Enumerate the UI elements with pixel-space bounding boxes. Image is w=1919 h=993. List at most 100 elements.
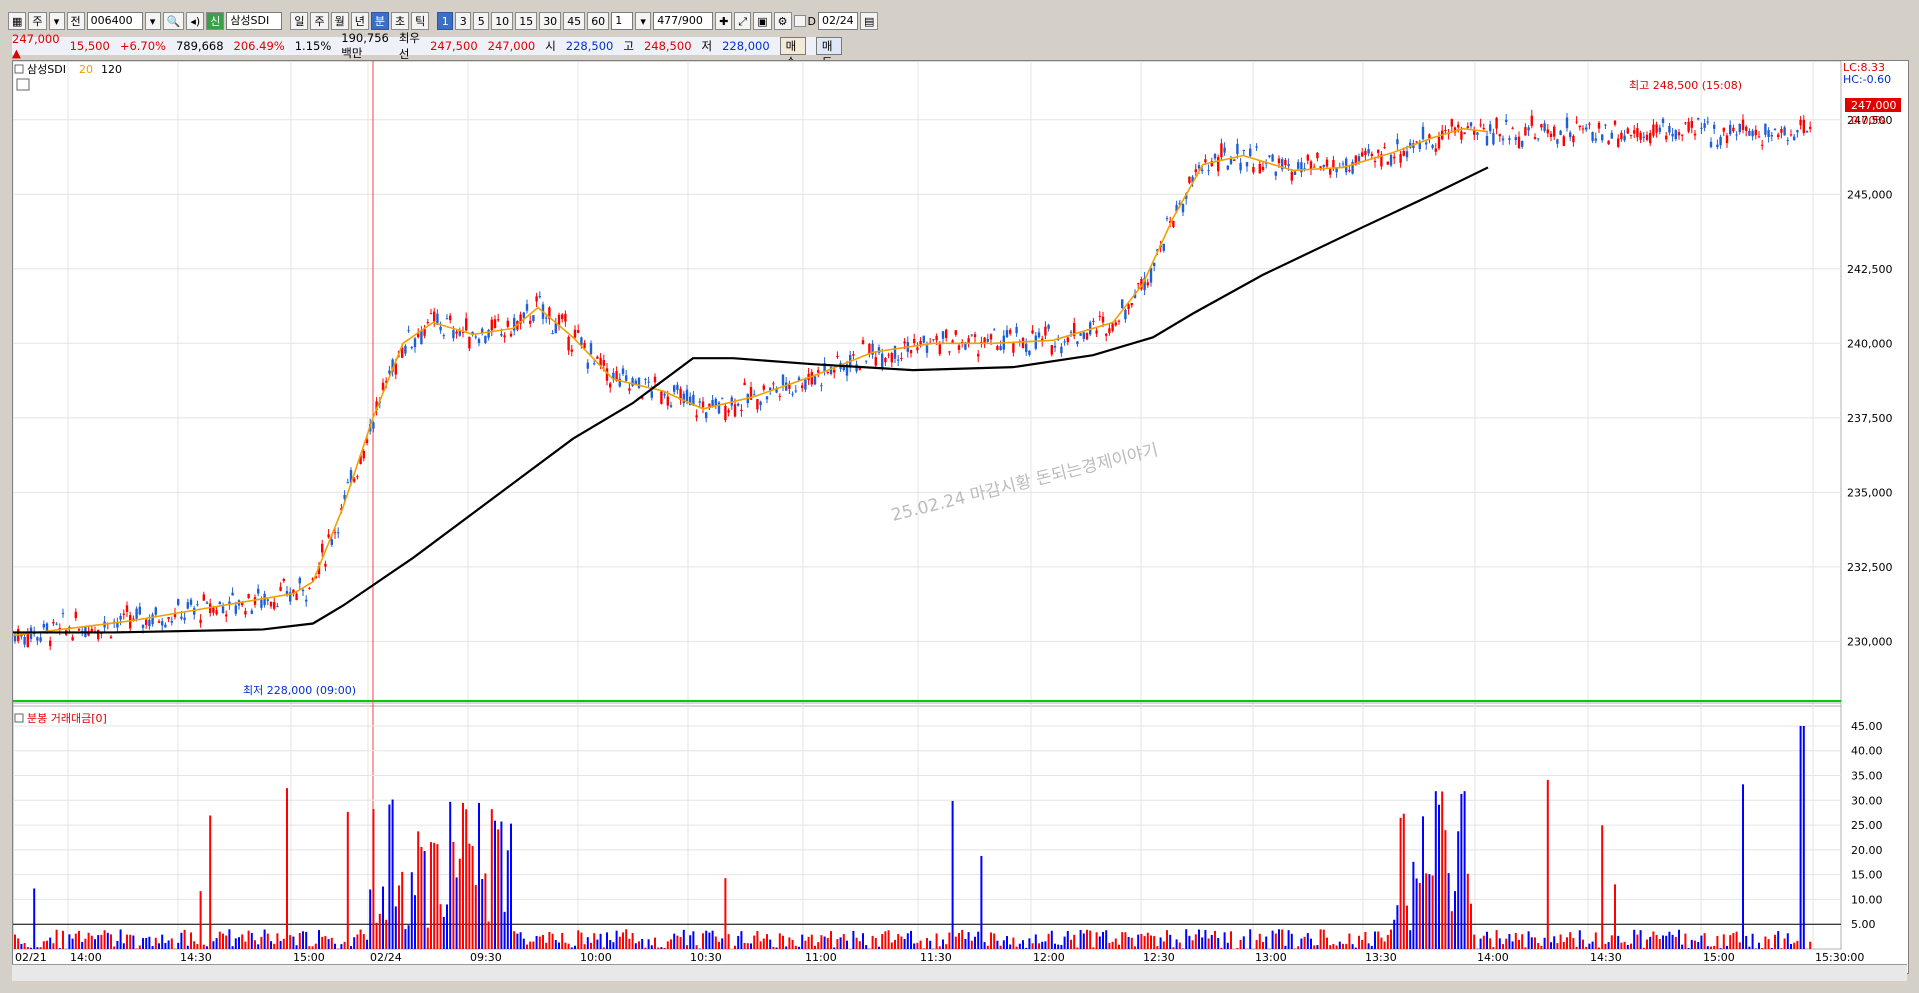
panel-menu-icon[interactable] <box>16 78 30 91</box>
candle-body <box>727 410 730 413</box>
candle-body <box>1565 117 1569 129</box>
volume-bar <box>785 946 788 949</box>
volume-bar <box>666 941 669 949</box>
stock-code-input[interactable]: 006400 <box>86 12 143 30</box>
candle-body <box>909 350 913 354</box>
window-menu-icon[interactable]: ▦ <box>8 12 27 30</box>
count-dropdown-icon[interactable]: ▾ <box>635 12 652 30</box>
volume-bar <box>1079 929 1082 949</box>
period-minute-button[interactable]: 분 <box>370 12 389 30</box>
save-icon[interactable]: ▣ <box>753 12 772 30</box>
interval-5-button[interactable]: 5 <box>473 12 490 30</box>
chart-area[interactable]: 230,000 232,500 235,000 237,500 240,000 242,5… <box>12 60 1909 974</box>
volume-bar <box>1226 942 1229 949</box>
volume-bar <box>1604 943 1607 949</box>
interval-60-button[interactable]: 60 <box>587 12 610 30</box>
interval-15-button[interactable]: 15 <box>515 12 538 30</box>
stock-name-field[interactable]: 삼성SDI <box>226 12 283 30</box>
volume-bar <box>52 943 55 949</box>
interval-10-button[interactable]: 10 <box>491 12 514 30</box>
code-dropdown-icon[interactable]: ▾ <box>144 12 161 30</box>
calendar-icon[interactable]: ▤ <box>859 12 879 30</box>
interval-3-button[interactable]: 3 <box>455 12 472 30</box>
candle-body <box>474 336 477 338</box>
volume-bar <box>743 942 746 949</box>
search-icon[interactable]: 🔍 <box>162 12 185 30</box>
candle-body <box>1434 148 1437 152</box>
candle-body <box>330 539 333 545</box>
speaker-icon[interactable]: ◂) <box>186 12 205 30</box>
period-second-button[interactable]: 초 <box>390 12 410 30</box>
candle-body <box>583 342 586 348</box>
candle-body <box>1325 159 1329 167</box>
candle-body <box>372 422 375 429</box>
period-week-button[interactable]: 주 <box>310 12 329 30</box>
zoom-icon[interactable]: ⤢ <box>734 12 752 30</box>
volume-bar <box>670 939 672 949</box>
volume-bar <box>724 878 727 949</box>
volume-bar <box>567 943 570 949</box>
candle-body <box>1034 335 1037 349</box>
scroll-bar[interactable] <box>12 964 1907 981</box>
candle-body <box>977 353 980 357</box>
period-year-button[interactable]: 년 <box>350 12 369 30</box>
candle-body <box>301 589 305 592</box>
time-tick-label: 02/24 <box>370 951 402 961</box>
candle-body <box>333 532 337 534</box>
volume-bar <box>1313 945 1316 949</box>
candle-body <box>1607 140 1610 145</box>
candle-body <box>1578 125 1581 128</box>
volume-bar <box>74 933 77 949</box>
chevron-down-icon[interactable]: ▾ <box>48 12 65 30</box>
chart-svg[interactable]: 230,000 232,500 235,000 237,500 240,000 242,5… <box>12 60 1908 964</box>
volume-bar <box>1210 934 1213 949</box>
buy-button[interactable]: 매수 <box>779 37 806 69</box>
candle-body <box>1124 309 1127 320</box>
interval-45-button[interactable]: 45 <box>563 12 586 30</box>
candle-body <box>916 347 919 351</box>
volume-bar <box>1166 930 1168 949</box>
volume-bar <box>948 932 951 949</box>
period-tick-button[interactable]: 틱 <box>411 12 430 30</box>
candle-body <box>263 593 266 606</box>
candle-body <box>903 341 906 344</box>
candle-body <box>1591 132 1594 141</box>
interval-1-button[interactable]: 1 <box>437 12 454 30</box>
candle-body <box>1277 158 1281 164</box>
volume-bar <box>938 946 941 949</box>
volume-legend-icon <box>14 713 24 723</box>
volume-bar <box>1473 934 1476 949</box>
candle-body <box>1754 129 1757 136</box>
candle-body <box>55 623 58 625</box>
time-tick-label: 02/21 <box>15 951 47 961</box>
volume-bar <box>644 947 647 949</box>
volume-bar <box>1713 945 1716 949</box>
volume-bar <box>487 921 490 949</box>
candle-body <box>1111 323 1114 331</box>
candle-body <box>45 623 49 632</box>
mode-a-select[interactable]: 주 <box>28 12 47 30</box>
crosshair-icon[interactable]: ✚ <box>715 12 733 30</box>
volume-bar <box>833 947 836 949</box>
volume-bar <box>906 933 909 949</box>
volume-bar <box>1607 942 1610 949</box>
count-select[interactable]: 1 <box>611 12 634 30</box>
date-checkbox[interactable] <box>793 15 806 27</box>
volume-bar <box>231 946 234 949</box>
mode-b-select[interactable]: 전 <box>66 12 85 30</box>
candle-body <box>39 637 42 642</box>
volume-bar <box>1198 929 1200 949</box>
volume-bar <box>215 938 218 949</box>
sell-button[interactable]: 매도 <box>815 37 843 69</box>
period-day-button[interactable]: 일 <box>290 12 309 30</box>
volume-bar <box>318 930 320 949</box>
interval-30-button[interactable]: 30 <box>539 12 562 30</box>
candle-body <box>663 393 666 396</box>
period-month-button[interactable]: 월 <box>330 12 349 30</box>
range-field[interactable]: 477/900 <box>653 12 714 30</box>
volume-bar <box>734 945 736 949</box>
date-input[interactable]: 02/24 <box>817 12 858 30</box>
volume-bar <box>471 846 474 949</box>
volume-bar <box>273 943 276 949</box>
gear-icon[interactable]: ⚙ <box>773 12 792 30</box>
